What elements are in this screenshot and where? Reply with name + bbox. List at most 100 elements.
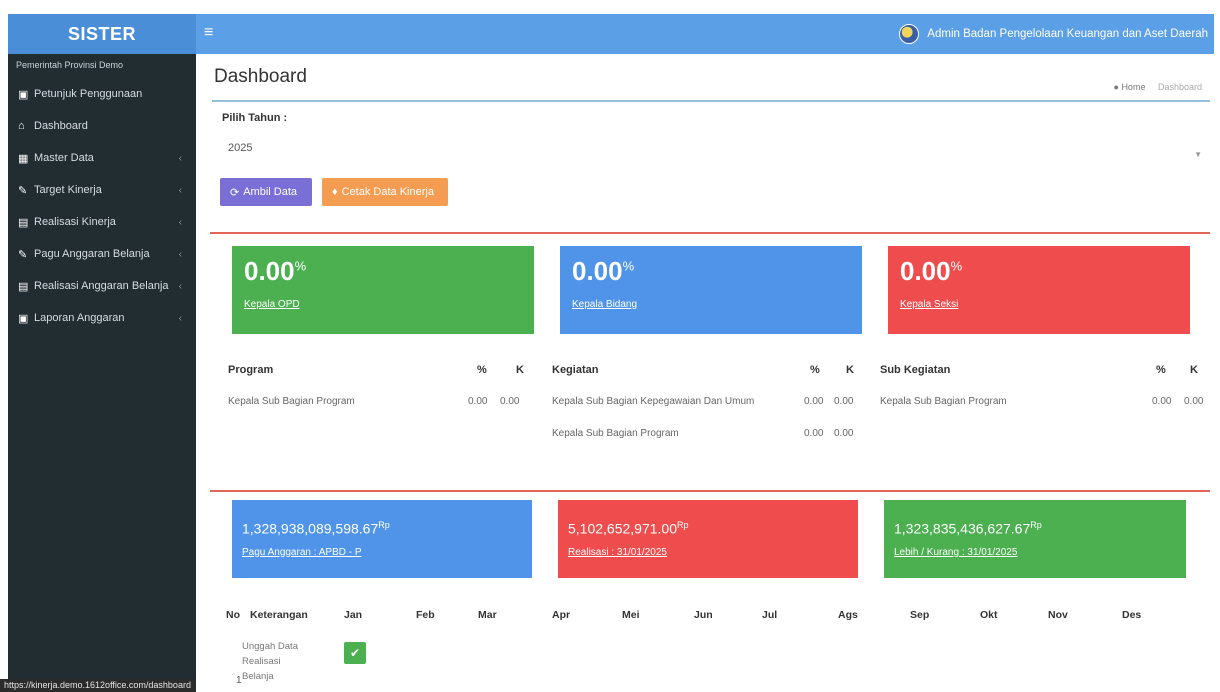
month-col-header: Jan <box>344 609 363 621</box>
sub-k-header: K <box>1190 364 1198 376</box>
document-icon: ▤ <box>18 280 29 293</box>
program-header: Program <box>228 364 274 376</box>
chevron-left-icon: ‹ <box>178 312 182 324</box>
sub-row-k: 0.00 <box>1184 396 1204 407</box>
pencil-icon: ✎ <box>18 184 28 197</box>
month-row-keterangan: Unggah Data Realisasi Belanja <box>242 641 298 682</box>
kegiatan-row-k: 0.00 <box>834 396 854 407</box>
kegiatan-row-name: Kepala Sub Bagian Program <box>552 428 679 439</box>
sidebar-item-realisasi-anggaran[interactable]: ▤ Realisasi Anggaran Belanja ‹ <box>8 270 196 302</box>
sidebar-item-label: Petunjuk Penggunaan <box>34 88 143 100</box>
chevron-left-icon: ‹ <box>178 248 182 260</box>
cetak-data-kinerja-button[interactable]: ♦ Cetak Data Kinerja <box>322 178 448 206</box>
database-icon: ▦ <box>18 152 29 165</box>
top-navbar: SISTER ≡ Admin Badan Pengelolaan Keuanga… <box>8 14 1214 54</box>
program-row-name: Kepala Sub Bagian Program <box>228 396 355 407</box>
month-col-header: Ags <box>838 609 858 621</box>
program-row-pct: 0.00 <box>468 396 488 407</box>
kegiatan-row-k: 0.00 <box>834 428 854 439</box>
kegiatan-row-name: Kepala Sub Bagian Kepegawaian Dan Umum <box>552 396 755 407</box>
document-icon: ▤ <box>18 216 29 229</box>
book-icon: ▣ <box>18 88 29 101</box>
month-col-header: No <box>226 609 240 621</box>
kinerja-value: 0.00% <box>244 256 307 286</box>
year-select[interactable]: 2025 ▼ <box>222 134 1208 162</box>
status-bar-url: https://kinerja.demo.1612office.com/dash… <box>0 679 195 692</box>
sidebar-item-pagu-anggaran[interactable]: ✎ Pagu Anggaran Belanja ‹ <box>8 238 196 270</box>
sub-kegiatan-header: Sub Kegiatan <box>880 364 951 376</box>
sub-pct-header: % <box>1156 364 1166 376</box>
sub-row-pct: 0.00 <box>1152 396 1172 407</box>
divider <box>212 100 1210 102</box>
kinerja-box-bidang: 0.00% Kepala Bidang <box>560 246 862 334</box>
app-logo[interactable]: SISTER <box>8 14 196 54</box>
anggaran-link-pagu[interactable]: Pagu Anggaran : APBD - P <box>242 547 522 558</box>
breadcrumb: ● Home Dashboard <box>1113 82 1202 92</box>
kinerja-box-opd: 0.00% Kepala OPD <box>232 246 534 334</box>
month-col-header: Apr <box>552 609 571 621</box>
chevron-left-icon: ‹ <box>178 280 182 292</box>
year-label: Pilih Tahun : <box>222 112 288 124</box>
month-col-header: Jun <box>694 609 713 621</box>
kinerja-link-opd[interactable]: Kepala OPD <box>244 299 522 310</box>
sidebar-item-label: Master Data <box>34 152 94 164</box>
divider <box>210 232 1210 234</box>
program-row-k: 0.00 <box>500 396 520 407</box>
sidebar-item-petunjuk[interactable]: ▣ Petunjuk Penggunaan <box>8 78 196 110</box>
month-row-no: 1 <box>236 675 242 686</box>
bell-icon: ♦ <box>332 186 338 198</box>
kinerja-value: 0.00% <box>572 256 635 286</box>
kegiatan-row-pct: 0.00 <box>804 428 824 439</box>
hamburger-icon[interactable]: ≡ <box>204 25 213 41</box>
button-label: Cetak Data Kinerja <box>341 186 434 198</box>
anggaran-link-lebih-kurang[interactable]: Lebih / Kurang : 31/01/2025 <box>894 547 1176 558</box>
sidebar: Pemerintah Provinsi Demo ▣ Petunjuk Peng… <box>8 54 196 692</box>
sidebar-org-name: Pemerintah Provinsi Demo <box>16 60 124 70</box>
caret-down-icon: ▼ <box>1194 150 1202 159</box>
kinerja-link-seksi[interactable]: Kepala Seksi <box>900 299 1178 310</box>
check-icon[interactable]: ✔ <box>344 642 366 664</box>
page-title: Dashboard <box>214 66 307 87</box>
kegiatan-row-pct: 0.00 <box>804 396 824 407</box>
month-col-header: Nov <box>1048 609 1068 621</box>
pencil-icon: ✎ <box>18 248 28 261</box>
kinerja-value: 0.00% <box>900 256 963 286</box>
breadcrumb-home-link[interactable]: Home <box>1121 82 1145 92</box>
divider <box>210 490 1210 492</box>
sidebar-item-realisasi-kinerja[interactable]: ▤ Realisasi Kinerja ‹ <box>8 206 196 238</box>
month-col-header: Sep <box>910 609 930 621</box>
chevron-left-icon: ‹ <box>178 152 182 164</box>
ambil-data-button[interactable]: ⟳ Ambil Data <box>220 178 312 206</box>
sidebar-item-laporan-anggaran[interactable]: ▣ Laporan Anggaran ‹ <box>8 302 196 334</box>
program-k-header: K <box>516 364 524 376</box>
chevron-left-icon: ‹ <box>178 216 182 228</box>
month-col-header: Keterangan <box>250 609 308 621</box>
year-value: 2025 <box>228 142 253 154</box>
user-avatar-icon <box>899 24 920 44</box>
kegiatan-k-header: K <box>846 364 854 376</box>
sidebar-item-label: Target Kinerja <box>34 184 102 196</box>
kinerja-link-bidang[interactable]: Kepala Bidang <box>572 299 850 310</box>
kinerja-box-seksi: 0.00% Kepala Seksi <box>888 246 1190 334</box>
sidebar-item-dashboard[interactable]: ⌂ Dashboard <box>8 110 196 142</box>
chevron-left-icon: ‹ <box>178 184 182 196</box>
anggaran-amount: 5,102,652,971.00Rp <box>568 520 689 537</box>
anggaran-amount: 1,328,938,089,598.67Rp <box>242 520 390 537</box>
sidebar-item-master-data[interactable]: ▦ Master Data ‹ <box>8 142 196 174</box>
anggaran-amount: 1,323,835,436,627.67Rp <box>894 520 1042 537</box>
book-icon: ▣ <box>18 312 29 325</box>
anggaran-box-pagu: 1,328,938,089,598.67Rp Pagu Anggaran : A… <box>232 500 532 578</box>
anggaran-box-lebih-kurang: 1,323,835,436,627.67Rp Lebih / Kurang : … <box>884 500 1186 578</box>
sidebar-item-label: Realisasi Kinerja <box>34 216 116 228</box>
month-col-header: Feb <box>416 609 435 621</box>
month-col-header: Mei <box>622 609 640 621</box>
sub-row-name: Kepala Sub Bagian Program <box>880 396 1007 407</box>
anggaran-box-realisasi: 5,102,652,971.00Rp Realisasi : 31/01/202… <box>558 500 858 578</box>
main-content: Dashboard ● Home Dashboard Pilih Tahun :… <box>196 54 1214 692</box>
kegiatan-pct-header: % <box>810 364 820 376</box>
anggaran-link-realisasi[interactable]: Realisasi : 31/01/2025 <box>568 547 848 558</box>
user-menu[interactable]: Admin Badan Pengelolaan Keuangan dan Ase… <box>899 14 1208 54</box>
sidebar-item-target-kinerja[interactable]: ✎ Target Kinerja ‹ <box>8 174 196 206</box>
month-col-header: Okt <box>980 609 998 621</box>
breadcrumb-current: Dashboard <box>1157 82 1202 92</box>
